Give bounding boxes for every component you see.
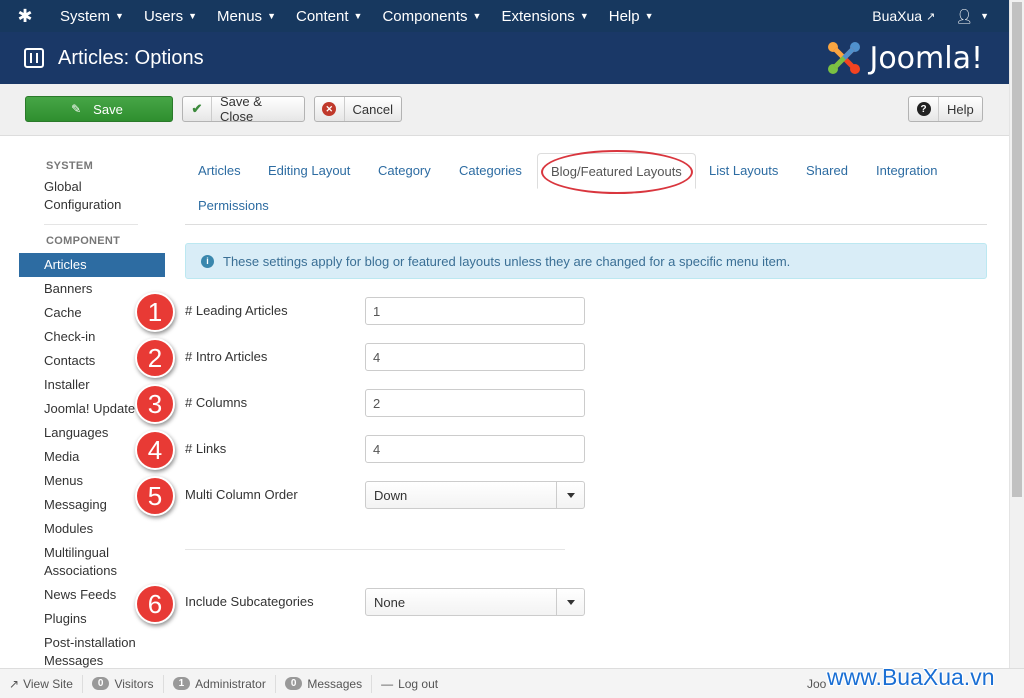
- intro-articles-label: # Intro Articles: [185, 349, 268, 364]
- external-link-icon: ↗: [926, 10, 936, 23]
- visitors-badge: 0: [91, 677, 110, 690]
- scrollbar-thumb[interactable]: [1012, 2, 1022, 497]
- menu-content[interactable]: Content ▼: [286, 0, 372, 32]
- leading-articles-input[interactable]: [365, 297, 585, 325]
- menu-help[interactable]: Help ▼: [599, 0, 664, 32]
- form-divider: [185, 549, 565, 550]
- annotation-3: 3: [135, 384, 175, 424]
- annotation-4: 4: [135, 430, 175, 470]
- user-icon: 👤︎: [955, 7, 974, 24]
- sidebar-item-multilingual-associations[interactable]: Multilingual Associations: [19, 541, 139, 583]
- joomla-icon[interactable]: ✱: [0, 0, 50, 32]
- options-icon: [24, 48, 44, 68]
- minus-icon: —: [381, 676, 394, 691]
- external-link-icon: ↗: [9, 676, 20, 691]
- page-header: Articles: Options Joomla!: [0, 32, 1009, 84]
- global-configuration-link[interactable]: Global Configuration: [19, 178, 165, 214]
- sidebar-item-post-installation-messages[interactable]: Post-installation Messages: [19, 631, 139, 668]
- caret-down-icon: ▼: [980, 11, 989, 21]
- caret-down-icon: ▼: [644, 11, 654, 21]
- tab-list-layouts[interactable]: List Layouts: [696, 153, 791, 189]
- messages-badge: 0: [284, 677, 303, 690]
- visitors-status: 0 Visitors: [83, 674, 164, 693]
- vertical-scrollbar[interactable]: [1009, 0, 1024, 668]
- caret-down-icon: ▼: [579, 11, 589, 21]
- include-subcategories-label: Include Subcategories: [185, 594, 314, 609]
- watermark: www.BuaXua.vn: [827, 664, 995, 690]
- help-button[interactable]: ? Help: [908, 96, 983, 122]
- tab-permissions[interactable]: Permissions: [185, 188, 282, 224]
- columns-input[interactable]: [365, 389, 585, 417]
- annotation-1: 1: [135, 292, 175, 332]
- include-subcategories-select[interactable]: None: [365, 588, 585, 616]
- check-icon: ✔: [183, 97, 212, 121]
- annotation-5: 5: [135, 476, 175, 516]
- caret-down-icon: ▼: [472, 11, 482, 21]
- question-icon: ?: [916, 102, 931, 116]
- menu-menus[interactable]: Menus ▼: [207, 0, 286, 32]
- administrator-status: 1 Administrator: [164, 674, 276, 693]
- info-icon: i: [201, 254, 214, 268]
- chevron-down-icon: [556, 482, 584, 508]
- view-site-link[interactable]: ↗ View Site: [0, 674, 83, 693]
- caret-down-icon: ▼: [353, 11, 363, 21]
- caret-down-icon: ▼: [115, 11, 124, 21]
- sidebar-divider: [44, 224, 138, 225]
- messages-link[interactable]: 0 Messages: [276, 674, 373, 693]
- logout-link[interactable]: — Log out: [372, 675, 447, 693]
- component-heading: COMPONENT: [46, 235, 121, 247]
- chevron-down-icon: [556, 589, 584, 615]
- admin-menu-bar: ✱ System ▼ Users ▼ Menus ▼ Content ▼ Compone…: [0, 0, 1009, 32]
- sidebar-item-articles[interactable]: Articles: [19, 253, 165, 277]
- links-input[interactable]: [365, 435, 585, 463]
- edit-icon: ✎: [71, 102, 82, 116]
- tab-integration[interactable]: Integration: [863, 153, 950, 189]
- tab-editing-layout[interactable]: Editing Layout: [255, 153, 363, 189]
- user-menu[interactable]: 👤︎ ▼: [949, 8, 1009, 25]
- tab-blog-featured-layouts[interactable]: Blog/Featured Layouts: [537, 153, 696, 189]
- cancel-button[interactable]: ✕ Cancel: [314, 96, 402, 122]
- cancel-icon: ✕: [322, 102, 337, 116]
- menu-system[interactable]: System ▼: [50, 0, 134, 32]
- site-link[interactable]: BuaXua ↗: [858, 8, 949, 24]
- tab-category[interactable]: Category: [365, 153, 444, 189]
- info-alert: i These settings apply for blog or featu…: [185, 243, 987, 279]
- leading-articles-label: # Leading Articles: [185, 303, 288, 318]
- sidebar-item-modules[interactable]: Modules: [19, 517, 165, 541]
- caret-down-icon: ▼: [267, 11, 276, 21]
- copyright-text: Joo: [807, 677, 827, 691]
- system-heading: SYSTEM: [46, 160, 94, 172]
- intro-articles-input[interactable]: [365, 343, 585, 371]
- annotation-6: 6: [135, 584, 175, 624]
- toolbar: ✎ Save ✔ Save & Close ✕ Cancel ? Help: [0, 84, 1009, 136]
- annotation-2: 2: [135, 338, 175, 378]
- tab-shared[interactable]: Shared: [793, 153, 861, 189]
- columns-label: # Columns: [185, 395, 248, 410]
- caret-down-icon: ▼: [188, 11, 198, 21]
- menu-users[interactable]: Users ▼: [134, 0, 207, 32]
- joomla-logo: Joomla!: [827, 41, 983, 76]
- tab-articles[interactable]: Articles: [185, 153, 254, 189]
- options-tabs: Articles Editing Layout Category Categor…: [185, 152, 987, 225]
- multi-column-order-label: Multi Column Order: [185, 487, 298, 502]
- links-label: # Links: [185, 441, 227, 456]
- admin-badge: 1: [172, 677, 191, 690]
- menu-components[interactable]: Components ▼: [372, 0, 491, 32]
- joomla-logo-icon: [828, 42, 861, 74]
- save-close-button[interactable]: ✔ Save & Close: [182, 94, 305, 124]
- multi-column-order-select[interactable]: Down: [365, 481, 585, 509]
- tab-categories[interactable]: Categories: [446, 153, 535, 189]
- save-button[interactable]: ✎ Save: [25, 96, 173, 122]
- page-title: Articles: Options: [58, 46, 204, 69]
- menu-extensions[interactable]: Extensions ▼: [491, 0, 598, 32]
